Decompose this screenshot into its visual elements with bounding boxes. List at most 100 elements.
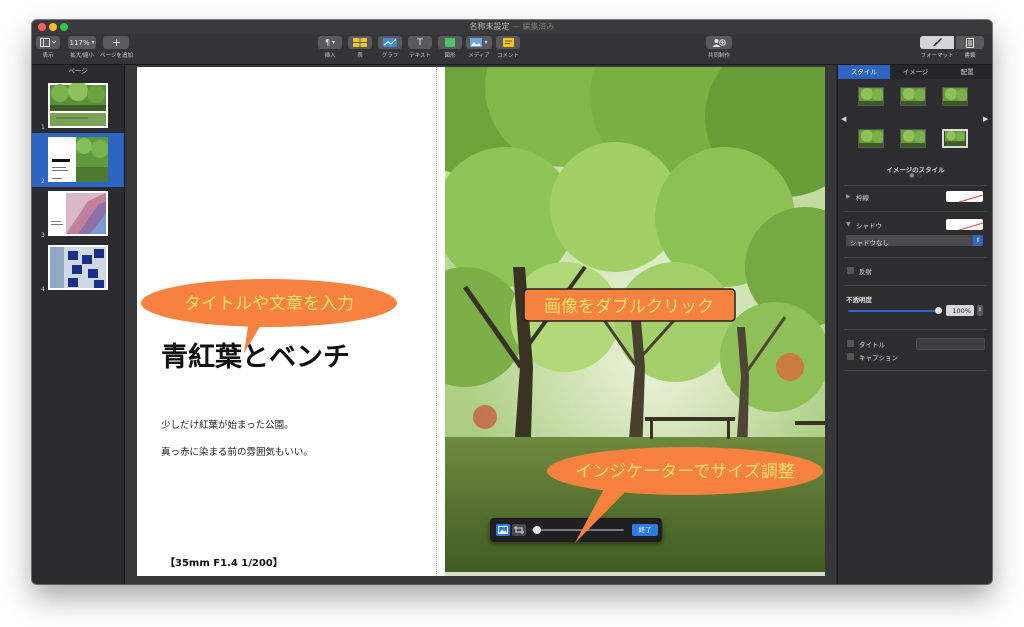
table-icon [348, 36, 372, 49]
crop-icon [514, 526, 524, 534]
shape-icon [438, 36, 462, 49]
document-icon [956, 36, 984, 49]
comment-icon [496, 36, 520, 49]
divider [844, 329, 987, 330]
tab-arrange[interactable]: 配置 [941, 65, 992, 79]
body-text-line-2[interactable]: 真っ赤に染まる前の雰囲気もいい。 [161, 444, 313, 458]
shadow-label: シャドウ [856, 222, 882, 230]
inspector-tabs: スタイル イメージ 配置 [838, 65, 992, 79]
image-style-1[interactable] [858, 87, 884, 106]
chevron-down-icon: ▾ [91, 39, 95, 46]
disclosure-right-icon[interactable]: ▶ [846, 193, 851, 200]
annotation-bubble-image: 画像をダブルクリック [523, 288, 736, 322]
page-4-preview [48, 245, 108, 290]
photo-caption-text[interactable]: 【35mm F1.4 1/200】 [165, 554, 283, 569]
shape-button[interactable]: 図形 [438, 36, 462, 59]
image-style-4[interactable] [858, 129, 884, 148]
zoom-value: 117% [69, 38, 90, 47]
divider [844, 211, 987, 212]
text-button[interactable]: T テキスト [408, 36, 432, 59]
document-name: 名称未設定 [469, 22, 510, 31]
title-position-select[interactable] [916, 338, 985, 350]
chart-button[interactable]: グラフ [378, 36, 402, 59]
toolbar: 表示 117% ▾ 拡大/縮小 + ページを追加 ¶ ▾ 挿入 表 グラフ T … [32, 34, 992, 65]
bubble-text-3: インジケーターでサイズ調整 [575, 462, 794, 482]
view-button[interactable]: 表示 [36, 36, 60, 59]
image-style-5[interactable] [900, 129, 926, 148]
caption-checkbox[interactable] [847, 353, 854, 360]
page-2-preview [48, 137, 108, 182]
disclosure-down-icon[interactable]: ▼ [846, 221, 851, 228]
image-icon [498, 526, 508, 534]
divider [844, 185, 987, 186]
opacity-stepper[interactable]: ⇕ [977, 305, 983, 316]
chevron-left-icon[interactable]: ◀ [841, 115, 846, 123]
page-3-preview [48, 191, 108, 236]
image-style-3[interactable] [942, 87, 968, 106]
opacity-slider[interactable] [848, 307, 942, 314]
page-thumbnail-3[interactable]: 3 [32, 187, 124, 241]
paragraph-icon: ¶ [324, 38, 331, 47]
comment-button[interactable]: コメント [496, 36, 520, 59]
title-checkbox[interactable] [847, 340, 854, 347]
annotation-bubble-title: タイトルや文章を入力 [141, 279, 397, 353]
shadow-select[interactable]: シャドウなし ⇕ [846, 235, 983, 247]
text-icon: T [408, 36, 432, 49]
paintbrush-icon [920, 36, 954, 49]
page-thumbnail-2[interactable]: 2 [32, 133, 124, 187]
divider [844, 285, 987, 286]
sidebar-header: ページ [68, 67, 88, 75]
title-bar: 名称未設定 — 編集済み [32, 20, 992, 34]
border-color-well[interactable] [946, 191, 983, 202]
collaborate-icon [706, 36, 732, 49]
collaborate-button[interactable]: 共同制作 [706, 36, 732, 59]
annotation-bubble-indicator: インジケーターでサイズ調整 [547, 447, 823, 543]
tab-style[interactable]: スタイル [838, 65, 890, 79]
opacity-field[interactable]: 100% [946, 305, 974, 316]
chevron-updown-icon: ⇕ [973, 235, 983, 246]
reflection-checkbox[interactable] [847, 267, 854, 274]
shadow-color-well[interactable] [946, 219, 983, 230]
page-thumbnail-1[interactable]: 1 [32, 79, 124, 133]
image-icon [470, 38, 483, 47]
reflection-label: 反射 [859, 268, 872, 276]
document-button[interactable]: 書類 [956, 36, 984, 59]
tab-image[interactable]: イメージ [890, 65, 942, 79]
image-style-2[interactable] [900, 87, 926, 106]
title-label: タイトル [859, 341, 885, 349]
page-1-preview [48, 83, 108, 128]
zoom-control[interactable]: 117% ▾ 拡大/縮小 [68, 36, 96, 59]
bubble-text-2: 画像をダブルクリック [544, 296, 714, 317]
chart-icon [378, 36, 402, 49]
edited-status: — 編集済み [512, 22, 555, 31]
media-button[interactable]: ▾ メディア [466, 36, 492, 59]
window-title: 名称未設定 — 編集済み [32, 21, 992, 32]
format-button[interactable]: フォーマット [920, 36, 954, 59]
table-button[interactable]: 表 [348, 36, 372, 59]
page-thumbnail-4[interactable]: 4 [32, 241, 124, 295]
plus-icon: + [103, 36, 130, 49]
chevron-down-icon: ▾ [484, 39, 488, 46]
edit-image-button[interactable] [496, 524, 510, 536]
sidebar-view-icon [36, 36, 60, 49]
body-text-line-1[interactable]: 少しだけ紅葉が始まった公園。 [161, 417, 294, 431]
document-canvas: 青紅葉とベンチ 少しだけ紅葉が始まった公園。 真っ赤に染まる前の雰囲気もいい。 … [125, 65, 836, 584]
alignment-guide [436, 67, 437, 576]
style-page-dots[interactable]: ● ○ [838, 172, 992, 179]
add-page-button[interactable]: + ページを追加 [100, 36, 133, 59]
image-style-6[interactable] [942, 129, 968, 148]
insert-button[interactable]: ¶ ▾ 挿入 [318, 36, 342, 59]
border-label: 枠線 [856, 194, 869, 202]
format-inspector: スタイル イメージ 配置 ◀ ▶ イメージのスタイル ● ○ ▶ 枠線 ▼ シャ… [837, 65, 992, 584]
chevron-down-icon: ▾ [332, 39, 336, 46]
opacity-slider-knob[interactable] [935, 307, 942, 314]
opacity-label: 不透明度 [846, 296, 872, 304]
caption-label: キャプション [859, 354, 898, 362]
divider [844, 257, 987, 258]
pages-window: 名称未設定 — 編集済み 表示 117% ▾ 拡大/縮小 + ページを追加 ¶ … [32, 20, 992, 584]
page-thumbnails-sidebar: ページ 1 2 3 4 [32, 65, 125, 584]
divider [844, 370, 987, 371]
chevron-right-icon[interactable]: ▶ [983, 115, 988, 123]
bubble-text-1: タイトルや文章を入力 [184, 294, 354, 314]
edit-mask-button[interactable] [512, 524, 526, 536]
